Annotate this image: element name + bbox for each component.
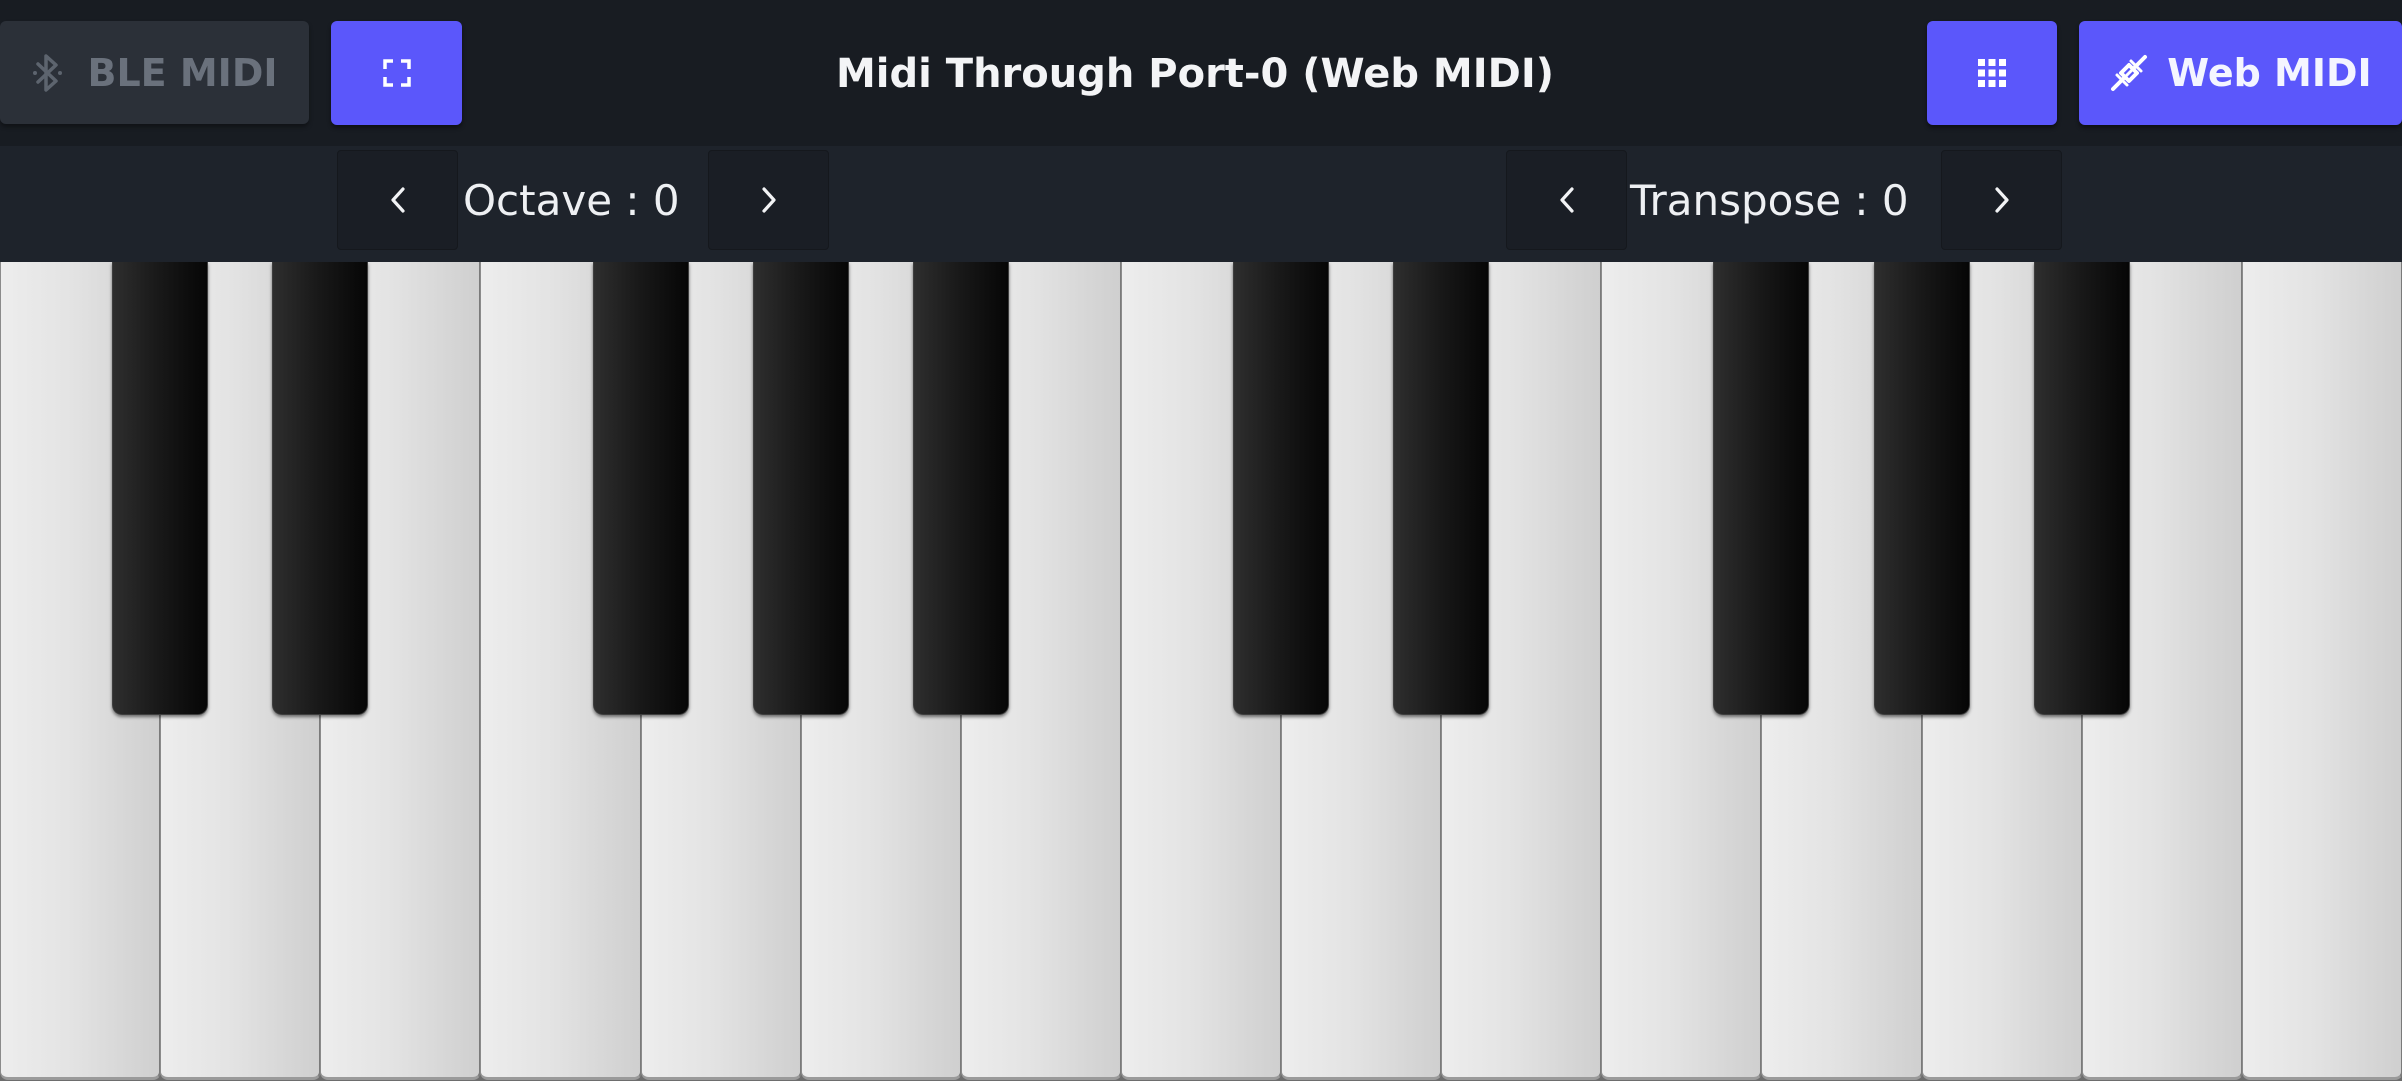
piano-keyboard bbox=[0, 262, 2402, 1081]
fullscreen-icon bbox=[382, 59, 411, 87]
black-key[interactable] bbox=[1713, 262, 1810, 715]
transpose-down-button[interactable] bbox=[1506, 150, 1627, 250]
control-bar: Octave : 0 Transpose : 0 bbox=[0, 146, 2402, 262]
web-midi-button[interactable]: Web MIDI bbox=[2079, 21, 2402, 125]
white-key[interactable] bbox=[2241, 262, 2402, 1080]
ble-midi-button[interactable]: BLE MIDI bbox=[0, 21, 309, 124]
black-key[interactable] bbox=[592, 262, 689, 715]
black-key[interactable] bbox=[2033, 262, 2130, 715]
transpose-label: Transpose : 0 bbox=[1630, 175, 1909, 225]
octave-down-button[interactable] bbox=[337, 150, 458, 250]
bluetooth-icon bbox=[32, 52, 64, 94]
chevron-left-icon bbox=[388, 185, 408, 215]
black-key[interactable] bbox=[1233, 262, 1330, 715]
midi-cable-icon bbox=[2109, 53, 2149, 93]
transpose-up-button[interactable] bbox=[1941, 150, 2062, 250]
grid-icon bbox=[1977, 58, 2007, 88]
top-bar: BLE MIDI Midi Through Port-0 (Web MIDI) bbox=[0, 0, 2402, 146]
fullscreen-button[interactable] bbox=[331, 21, 462, 125]
chevron-right-icon bbox=[1992, 185, 2012, 215]
black-key[interactable] bbox=[912, 262, 1009, 715]
web-midi-label: Web MIDI bbox=[2167, 51, 2372, 95]
black-key[interactable] bbox=[272, 262, 369, 715]
ble-midi-label: BLE MIDI bbox=[87, 50, 278, 95]
chevron-right-icon bbox=[759, 185, 779, 215]
chevron-left-icon bbox=[1557, 185, 1577, 215]
black-key[interactable] bbox=[112, 262, 209, 715]
black-key[interactable] bbox=[752, 262, 849, 715]
black-key[interactable] bbox=[1393, 262, 1490, 715]
octave-up-button[interactable] bbox=[708, 150, 829, 250]
device-title: Midi Through Port-0 (Web MIDI) bbox=[836, 51, 1554, 97]
octave-label: Octave : 0 bbox=[463, 175, 680, 225]
black-key[interactable] bbox=[1873, 262, 1970, 715]
grid-menu-button[interactable] bbox=[1927, 21, 2057, 125]
